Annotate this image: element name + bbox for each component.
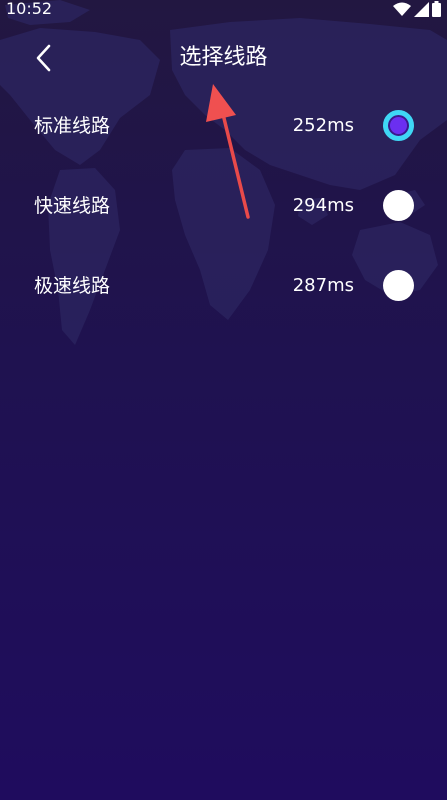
route-name: 标准线路 <box>34 115 111 137</box>
back-button[interactable] <box>30 40 58 76</box>
chevron-left-icon <box>36 44 51 72</box>
route-radio-selected[interactable] <box>383 110 414 141</box>
route-row-express[interactable]: 极速线路 287ms <box>0 246 447 326</box>
status-time: 10:52 <box>6 0 53 18</box>
status-icons <box>393 1 441 17</box>
route-latency: 287ms <box>292 275 354 296</box>
route-list: 标准线路 252ms 快速线路 294ms 极速线路 287ms <box>0 86 447 326</box>
route-name: 快速线路 <box>34 195 111 217</box>
route-radio[interactable] <box>383 270 414 301</box>
route-latency: 252ms <box>292 115 354 136</box>
route-row-standard[interactable]: 标准线路 252ms <box>0 86 447 166</box>
status-bar: 10:52 <box>0 0 447 20</box>
cellular-signal-icon <box>414 1 429 17</box>
header: 选择线路 <box>0 36 447 80</box>
battery-icon <box>432 1 441 17</box>
route-radio[interactable] <box>383 190 414 221</box>
page-title: 选择线路 <box>179 45 268 70</box>
route-latency: 294ms <box>292 195 354 216</box>
wifi-icon <box>393 2 411 16</box>
route-select-screen: 10:52 选择线路 标准线路 252ms 快速线路 294ms 极速线路 28… <box>0 0 447 800</box>
route-row-fast[interactable]: 快速线路 294ms <box>0 166 447 246</box>
route-name: 极速线路 <box>34 275 111 297</box>
